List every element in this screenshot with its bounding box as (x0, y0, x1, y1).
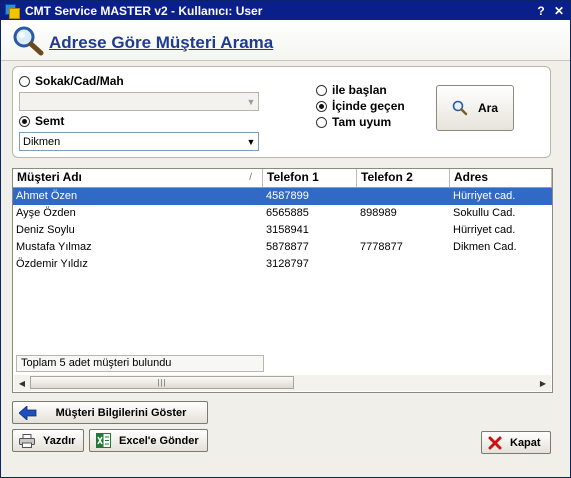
semt-combo[interactable]: Dikmen ▼ (19, 132, 259, 151)
scroll-thumb[interactable]: ||| (30, 376, 294, 389)
match-label-starts: ile başlan (332, 83, 387, 97)
grip-icon: ||| (157, 378, 167, 387)
title-bar[interactable]: CMT Service MASTER v2 - Kullanıcı: User … (1, 1, 570, 20)
cell-phone1: 6565885 (266, 207, 309, 219)
print-button[interactable]: Yazdır (12, 429, 84, 452)
sokak-combo[interactable]: ▼ (19, 92, 259, 111)
sokak-radio[interactable] (19, 75, 30, 87)
show-details-button[interactable]: Müşteri Bilgilerini Göster (12, 401, 208, 424)
semt-combo-value: Dikmen (23, 135, 61, 148)
match-option-contains[interactable]: İçinde geçen (316, 99, 405, 113)
column-header-phone2[interactable]: Telefon 2 (357, 169, 450, 187)
search-icon (452, 100, 468, 116)
match-label-contains: İçinde geçen (332, 99, 405, 113)
search-panel: Sokak/Cad/Mah ▼ Semt Dikmen ▼ ile başlan… (12, 66, 551, 158)
semt-radio[interactable] (19, 115, 30, 127)
help-button[interactable]: ? (534, 4, 548, 18)
cell-address: Dikmen Cad. (453, 241, 517, 253)
show-details-label: Müşteri Bilgilerini Göster (55, 406, 187, 419)
scroll-track[interactable]: ||| (30, 375, 535, 391)
column-header-phone1[interactable]: Telefon 1 (263, 169, 357, 187)
close-button[interactable]: Kapat (481, 431, 551, 454)
main-window: CMT Service MASTER v2 - Kullanıcı: User … (0, 0, 571, 478)
export-excel-label: Excel'e Gönder (119, 434, 199, 447)
close-icon (488, 436, 502, 450)
table-row[interactable]: Özdemir Yıldız 3128797 (13, 256, 552, 273)
match-label-exact: Tam uyum (332, 115, 392, 129)
scroll-left-icon[interactable]: ◀ (14, 379, 30, 388)
cell-name: Ahmet Özen (16, 190, 78, 202)
customer-grid: Müşteri Adı / Telefon 1 Telefon 2 Adres … (12, 168, 553, 393)
search-button[interactable]: Ara (436, 85, 514, 131)
printer-icon (19, 433, 35, 448)
print-label: Yazdır (43, 434, 76, 447)
cell-address: Hürriyet cad. (453, 190, 516, 202)
cell-phone2 (357, 256, 450, 273)
cell-name: Deniz Soylu (16, 224, 75, 236)
table-row[interactable]: Ayşe Özden 6565885 898989 Sokullu Cad. (13, 205, 552, 222)
cell-name: Mustafa Yılmaz (16, 241, 92, 253)
table-row[interactable]: Deniz Soylu 3158941 Hürriyet cad. (13, 222, 552, 239)
match-radio-exact[interactable] (316, 116, 327, 128)
table-row[interactable]: Mustafa Yılmaz 5878877 7778877 Dikmen Ca… (13, 239, 552, 256)
magnifier-icon (11, 25, 45, 60)
app-logo-icon (5, 3, 20, 19)
chevron-down-icon[interactable]: ▼ (244, 137, 258, 147)
semt-option[interactable]: Semt (19, 114, 64, 128)
grid-header: Müşteri Adı / Telefon 1 Telefon 2 Adres (13, 169, 552, 188)
match-option-starts[interactable]: ile başlan (316, 83, 387, 97)
cell-name: Ayşe Özden (16, 207, 76, 219)
cell-phone1: 4587899 (266, 190, 309, 202)
cell-name: Özdemir Yıldız (16, 258, 88, 270)
scroll-right-icon[interactable]: ▶ (535, 379, 551, 388)
cell-phone2 (357, 222, 450, 239)
match-radio-starts[interactable] (316, 84, 327, 96)
match-radio-contains[interactable] (316, 100, 327, 112)
column-header-address[interactable]: Adres (450, 169, 552, 187)
sort-indicator-icon: / (249, 172, 252, 183)
grid-rows: Ahmet Özen 4587899 Hürriyet cad. Ayşe Öz… (13, 188, 552, 273)
close-window-button[interactable]: ✕ (552, 4, 566, 18)
cell-phone1: 3158941 (266, 224, 309, 236)
window-title: CMT Service MASTER v2 - Kullanıcı: User (25, 3, 263, 18)
export-excel-button[interactable]: Excel'e Gönder (89, 429, 208, 452)
match-option-exact[interactable]: Tam uyum (316, 115, 391, 129)
table-row[interactable]: Ahmet Özen 4587899 Hürriyet cad. (13, 188, 552, 205)
result-count-status: Toplam 5 adet müşteri bulundu (16, 355, 264, 372)
cell-address: Sokullu Cad. (453, 207, 516, 219)
cell-phone2 (357, 188, 450, 205)
sokak-label: Sokak/Cad/Mah (35, 74, 124, 88)
semt-label: Semt (35, 114, 65, 128)
search-button-label: Ara (477, 101, 498, 115)
cell-phone1: 3128797 (266, 258, 309, 270)
page-header: Adrese Göre Müşteri Arama (1, 20, 570, 61)
page-title: Adrese Göre Müşteri Arama (49, 33, 274, 52)
close-label: Kapat (510, 436, 541, 449)
sokak-option[interactable]: Sokak/Cad/Mah (19, 74, 124, 88)
chevron-down-icon[interactable]: ▼ (244, 97, 258, 107)
horizontal-scrollbar[interactable]: ◀ ||| ▶ (14, 375, 551, 391)
cell-phone1: 5878877 (266, 241, 309, 253)
cell-phone2: 7778877 (360, 241, 403, 253)
cell-phone2: 898989 (360, 207, 397, 219)
column-header-name[interactable]: Müşteri Adı / (13, 169, 263, 187)
arrow-left-icon (19, 405, 37, 420)
cell-address: Hürriyet cad. (453, 224, 516, 236)
excel-icon (96, 433, 111, 448)
cell-address (450, 256, 552, 273)
